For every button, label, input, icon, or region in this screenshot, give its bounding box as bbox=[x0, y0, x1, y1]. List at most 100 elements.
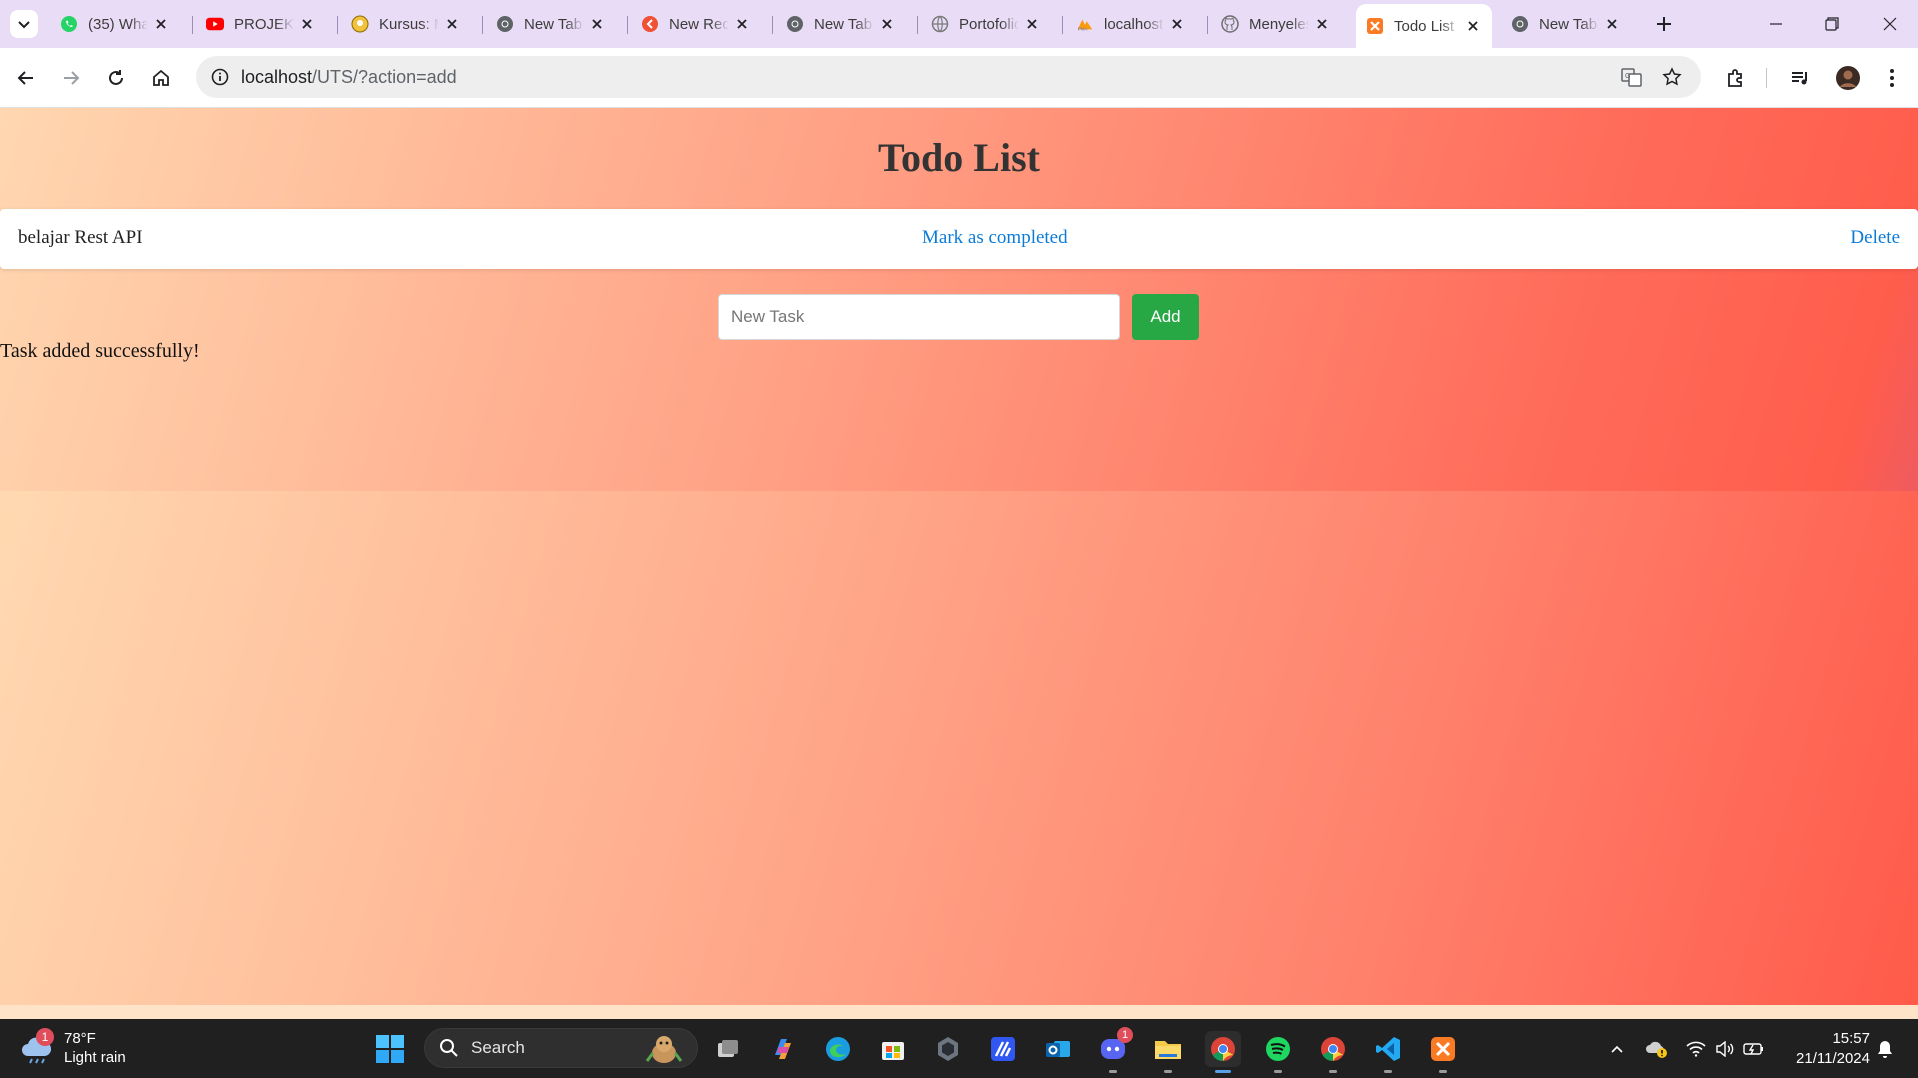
outlook-app[interactable] bbox=[1040, 1031, 1076, 1067]
show-hidden-icons[interactable] bbox=[1605, 1037, 1629, 1061]
close-window-button[interactable] bbox=[1862, 0, 1918, 48]
bookmark-star-icon[interactable] bbox=[1656, 61, 1688, 93]
close-icon[interactable] bbox=[1313, 15, 1331, 33]
media-control-button[interactable] bbox=[1784, 62, 1816, 94]
taskbar-search[interactable]: Search bbox=[424, 1028, 698, 1068]
file-explorer-app[interactable] bbox=[1150, 1031, 1186, 1073]
tab-search-button[interactable] bbox=[10, 10, 38, 38]
url-host: localhost bbox=[241, 67, 313, 87]
page-body: Todo List belajar Rest API Mark as compl… bbox=[0, 108, 1918, 491]
task-view-button[interactable] bbox=[710, 1031, 746, 1067]
tab-localhost[interactable]: PMA localhost bbox=[1066, 8, 1196, 40]
tab-youtube[interactable]: PROJEK AKHIR bbox=[196, 8, 326, 40]
system-clock[interactable]: 15:57 21/11/2024 bbox=[1778, 1029, 1870, 1069]
phpmyadmin-icon: PMA bbox=[1076, 15, 1094, 33]
close-icon[interactable] bbox=[1464, 17, 1482, 35]
success-message: Task added successfully! bbox=[0, 340, 200, 362]
xampp-app[interactable] bbox=[1425, 1031, 1461, 1073]
close-icon[interactable] bbox=[588, 15, 606, 33]
tab-new-tab[interactable]: New Tab bbox=[776, 8, 906, 40]
copilot-app[interactable] bbox=[765, 1031, 801, 1067]
site-info-icon[interactable] bbox=[204, 61, 236, 93]
running-indicator bbox=[1384, 1070, 1392, 1073]
discord-badge: 1 bbox=[1117, 1027, 1133, 1043]
vscode-app[interactable] bbox=[1370, 1031, 1406, 1073]
mark-completed-link[interactable]: Mark as completed bbox=[922, 227, 1068, 249]
close-icon[interactable] bbox=[733, 15, 751, 33]
close-icon[interactable] bbox=[443, 15, 461, 33]
todo-item-text: belajar Rest API bbox=[18, 227, 143, 248]
onedrive-status[interactable] bbox=[1645, 1037, 1669, 1061]
tab-new-tab[interactable]: New Tab bbox=[486, 8, 616, 40]
xampp-icon bbox=[1366, 17, 1384, 35]
close-icon[interactable] bbox=[878, 15, 896, 33]
close-icon[interactable] bbox=[1023, 15, 1041, 33]
new-tab-button[interactable] bbox=[1650, 10, 1678, 38]
profile-avatar[interactable] bbox=[1832, 62, 1864, 94]
restore-icon bbox=[1825, 17, 1839, 31]
home-icon bbox=[153, 69, 169, 86]
new-task-input[interactable] bbox=[718, 294, 1120, 340]
tab-whatsapp[interactable]: (35) WhatsApp bbox=[50, 8, 180, 40]
url-text: localhost/UTS/?action=add bbox=[241, 67, 457, 88]
reload-button[interactable] bbox=[100, 62, 132, 94]
close-icon[interactable] bbox=[152, 15, 170, 33]
tab-new-tab[interactable]: New Tab bbox=[1501, 8, 1631, 40]
chrome-icon bbox=[786, 15, 804, 33]
weather-condition: Light rain bbox=[64, 1049, 126, 1066]
chrome-profile-app[interactable] bbox=[1315, 1031, 1351, 1073]
wifi-status[interactable] bbox=[1684, 1037, 1708, 1061]
delete-link[interactable]: Delete bbox=[1850, 227, 1900, 249]
search-icon bbox=[440, 1039, 458, 1057]
chrome-menu-button[interactable] bbox=[1876, 62, 1908, 94]
start-button[interactable] bbox=[374, 1033, 406, 1065]
address-bar[interactable]: localhost/UTS/?action=add G bbox=[196, 56, 1701, 98]
arrow-left-icon bbox=[17, 71, 33, 85]
tab-title: New Tab bbox=[524, 15, 583, 33]
edge-icon bbox=[826, 1037, 850, 1061]
translate-icon[interactable]: G bbox=[1616, 61, 1648, 93]
tab-title: New Tab bbox=[814, 15, 873, 33]
vpn-app[interactable] bbox=[930, 1031, 966, 1067]
tab-separator bbox=[1062, 16, 1063, 34]
weather-temp: 78°F bbox=[64, 1030, 96, 1047]
back-button[interactable] bbox=[10, 62, 42, 94]
close-icon[interactable] bbox=[1603, 15, 1621, 33]
weather-text: 78°F Light rain bbox=[64, 1029, 126, 1067]
home-button[interactable] bbox=[145, 62, 177, 94]
forward-button[interactable] bbox=[55, 62, 87, 94]
tab-title: Kursus: Manajemen bbox=[379, 15, 439, 33]
restore-button[interactable] bbox=[1804, 0, 1860, 48]
extensions-button[interactable] bbox=[1720, 62, 1752, 94]
add-button[interactable]: Add bbox=[1132, 294, 1199, 340]
tab-kursus[interactable]: Kursus: Manajemen bbox=[341, 8, 471, 40]
close-icon bbox=[1883, 17, 1897, 31]
weather-widget[interactable]: 1 78°F Light rain bbox=[20, 1028, 126, 1067]
minimize-icon bbox=[1770, 23, 1782, 25]
volume-status[interactable] bbox=[1713, 1037, 1737, 1061]
close-icon[interactable] bbox=[298, 15, 316, 33]
chrome-app[interactable] bbox=[1205, 1031, 1241, 1073]
minimize-button[interactable] bbox=[1748, 0, 1804, 48]
more-vertical-icon bbox=[1890, 69, 1894, 87]
notifications-button[interactable] bbox=[1873, 1037, 1897, 1061]
toolbar-divider bbox=[1766, 68, 1767, 88]
tab-github[interactable]: Menyelesaikan bbox=[1211, 8, 1341, 40]
close-icon[interactable] bbox=[1168, 15, 1186, 33]
tab-separator bbox=[1207, 16, 1208, 34]
spotify-icon bbox=[1266, 1037, 1290, 1061]
battery-status[interactable] bbox=[1742, 1037, 1766, 1061]
windows-logo-icon bbox=[376, 1035, 404, 1063]
tab-portofolio[interactable]: Portofolio bbox=[921, 8, 1051, 40]
tab-todo-list[interactable]: Todo List bbox=[1356, 4, 1492, 48]
tab-title: localhost bbox=[1104, 15, 1164, 33]
browser-toolbar: localhost/UTS/?action=add G bbox=[0, 48, 1918, 108]
spotify-app[interactable] bbox=[1260, 1031, 1296, 1073]
edge-app[interactable] bbox=[820, 1031, 856, 1067]
editor-app[interactable] bbox=[985, 1031, 1021, 1067]
tab-new-record[interactable]: New Record bbox=[631, 8, 761, 40]
xampp-icon bbox=[1431, 1037, 1455, 1061]
discord-app[interactable]: 1 bbox=[1095, 1027, 1133, 1073]
microsoft-store-app[interactable] bbox=[875, 1031, 911, 1067]
rain-cloud-icon: 1 bbox=[20, 1028, 56, 1066]
